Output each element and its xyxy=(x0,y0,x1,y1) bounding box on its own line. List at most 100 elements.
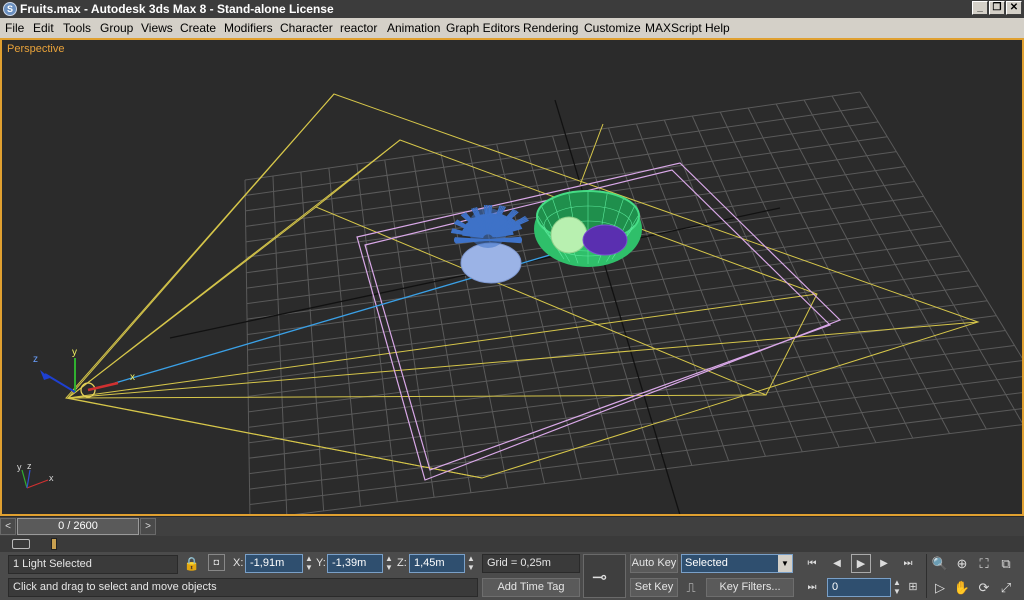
menu-bar: File Edit Tools Group Views Create Modif… xyxy=(0,18,1024,38)
go-to-start-icon[interactable]: ⏮ xyxy=(802,554,822,573)
z-coordinate-field[interactable]: 1,45m xyxy=(409,554,465,573)
absolute-mode-icon[interactable]: ◘ xyxy=(208,554,225,571)
track-view-icon[interactable] xyxy=(12,539,30,549)
grid-line xyxy=(663,119,803,453)
time-next-button[interactable]: > xyxy=(140,518,156,535)
grid-line xyxy=(294,424,1022,514)
key-mode-icon[interactable]: ⏭ xyxy=(802,578,822,597)
chevron-down-icon[interactable]: ▼ xyxy=(778,555,792,572)
default-in-out-tangents-icon[interactable]: ⎍ xyxy=(681,578,701,597)
zoom-all-icon[interactable]: ⊕ xyxy=(952,554,972,573)
z-label: Z: xyxy=(397,557,407,569)
grid-line xyxy=(247,255,961,351)
light-gizmo[interactable]: x y z xyxy=(33,347,135,398)
menu-modifiers[interactable]: Modifiers xyxy=(224,21,273,35)
menu-character[interactable]: Character xyxy=(280,21,333,35)
status-bar: 1 Light Selected Click and drag to selec… xyxy=(0,552,1024,600)
z-spinner[interactable]: ▲ ▼ xyxy=(466,554,476,573)
zoom-icon[interactable]: 🔍 xyxy=(930,554,950,573)
prompt-line: Click and drag to select and move object… xyxy=(8,578,478,597)
play-icon[interactable]: ▶ xyxy=(851,554,871,573)
maximize-viewport-icon[interactable]: ⤢ xyxy=(996,578,1016,597)
previous-frame-icon[interactable]: ◀ xyxy=(827,554,847,573)
add-time-tag-button[interactable]: Add Time Tag xyxy=(482,578,580,597)
grid-line xyxy=(247,285,979,382)
grid-line xyxy=(249,360,1022,459)
close-button[interactable]: ✕ xyxy=(1006,1,1022,15)
next-frame-icon[interactable]: ▶ xyxy=(874,554,894,573)
menu-group[interactable]: Group xyxy=(100,21,133,35)
gizmo-y-label: y xyxy=(72,347,77,358)
grid-line xyxy=(248,330,1006,428)
set-key-button[interactable]: Set Key xyxy=(630,578,678,597)
fruit-bowl[interactable] xyxy=(534,190,642,267)
zoom-extents-icon[interactable]: ⛶ xyxy=(974,554,994,573)
time-slider-thumb[interactable]: 0 / 2600 xyxy=(17,518,139,535)
current-frame-field[interactable]: 0 xyxy=(827,578,891,597)
field-of-view-icon[interactable]: ▷ xyxy=(930,578,950,597)
keyframe-marker[interactable] xyxy=(51,538,57,550)
menu-customize[interactable]: Customize xyxy=(584,21,641,35)
pan-hand-icon[interactable]: ✋ xyxy=(952,578,972,597)
key-filters-button[interactable]: Key Filters... xyxy=(706,578,794,597)
time-slider[interactable]: < 0 / 2600 > xyxy=(0,516,1024,536)
x-label: X: xyxy=(233,557,244,569)
grid-line xyxy=(248,300,988,397)
selection-count: 1 Light Selected xyxy=(8,555,178,574)
key-mode-toggle[interactable]: ⊸ xyxy=(583,554,626,598)
menu-help[interactable]: Help xyxy=(705,21,730,35)
x-spinner[interactable]: ▲ ▼ xyxy=(304,554,314,573)
world-axis-tripod: x y z xyxy=(17,461,54,489)
arc-rotate-icon[interactable]: ⟳ xyxy=(974,578,994,597)
grid-line xyxy=(691,115,840,448)
nav-separator xyxy=(926,554,927,598)
menu-file[interactable]: File xyxy=(5,21,24,35)
grid-line xyxy=(248,344,1015,444)
grid-line xyxy=(247,270,970,366)
3ds-max-icon[interactable]: S xyxy=(3,2,17,16)
spotlight-cone xyxy=(65,93,980,479)
axis-z-label: z xyxy=(27,461,32,471)
grid-line xyxy=(249,376,1022,475)
x-coordinate-field[interactable]: -1,91m xyxy=(245,554,303,573)
viewport-label[interactable]: Perspective xyxy=(7,43,64,55)
menu-tools[interactable]: Tools xyxy=(63,21,91,35)
go-to-end-icon[interactable]: ⏭ xyxy=(898,554,918,573)
minimize-button[interactable]: _ xyxy=(972,1,988,15)
key-mode-dropdown[interactable]: Selected ▼ xyxy=(681,554,793,573)
perspective-viewport[interactable]: x y z x y z Perspective xyxy=(0,38,1024,516)
app-window: S Fruits.max - Autodesk 3ds Max 8 - Stan… xyxy=(0,0,1024,600)
frame-spinner[interactable]: ▲ ▼ xyxy=(892,578,902,597)
title-bar: S Fruits.max - Autodesk 3ds Max 8 - Stan… xyxy=(0,0,1024,18)
menu-rendering[interactable]: Rendering xyxy=(523,21,578,35)
key-icon: ⊸ xyxy=(592,567,608,587)
restore-button[interactable]: ❐ xyxy=(989,1,1005,15)
menu-graph-editors[interactable]: Graph Editors xyxy=(446,21,520,35)
zoom-extents-all-icon[interactable]: ⧉ xyxy=(996,554,1016,573)
menu-reactor[interactable]: reactor xyxy=(340,21,377,35)
grid-line xyxy=(249,392,1022,490)
menu-maxscript[interactable]: MAXScript xyxy=(645,21,702,35)
track-bar[interactable] xyxy=(0,536,1024,552)
menu-animation[interactable]: Animation xyxy=(387,21,440,35)
scene-canvas[interactable]: x y z x y z xyxy=(0,38,1024,516)
menu-views[interactable]: Views xyxy=(141,21,173,35)
y-label: Y: xyxy=(316,557,326,569)
menu-edit[interactable]: Edit xyxy=(33,21,54,35)
time-configuration-icon[interactable]: ⊞ xyxy=(903,578,923,597)
menu-create[interactable]: Create xyxy=(180,21,216,35)
axis-x-label: x xyxy=(49,473,54,483)
y-spinner[interactable]: ▲ ▼ xyxy=(384,554,394,573)
time-prev-button[interactable]: < xyxy=(0,518,16,535)
plant-object[interactable] xyxy=(450,204,529,284)
grid-size: Grid = 0,25m xyxy=(482,554,580,573)
lock-selection-icon[interactable]: 🔒 xyxy=(182,554,202,573)
y-coordinate-field[interactable]: -1,39m xyxy=(327,554,383,573)
key-mode-value: Selected xyxy=(685,557,728,569)
construction-grid xyxy=(244,91,1022,514)
grid-line xyxy=(244,179,251,514)
auto-key-button[interactable]: Auto Key xyxy=(630,554,678,573)
grid-line xyxy=(775,103,950,434)
window-title: Fruits.max - Autodesk 3ds Max 8 - Stand-… xyxy=(20,2,334,16)
grid-line xyxy=(831,95,1022,424)
